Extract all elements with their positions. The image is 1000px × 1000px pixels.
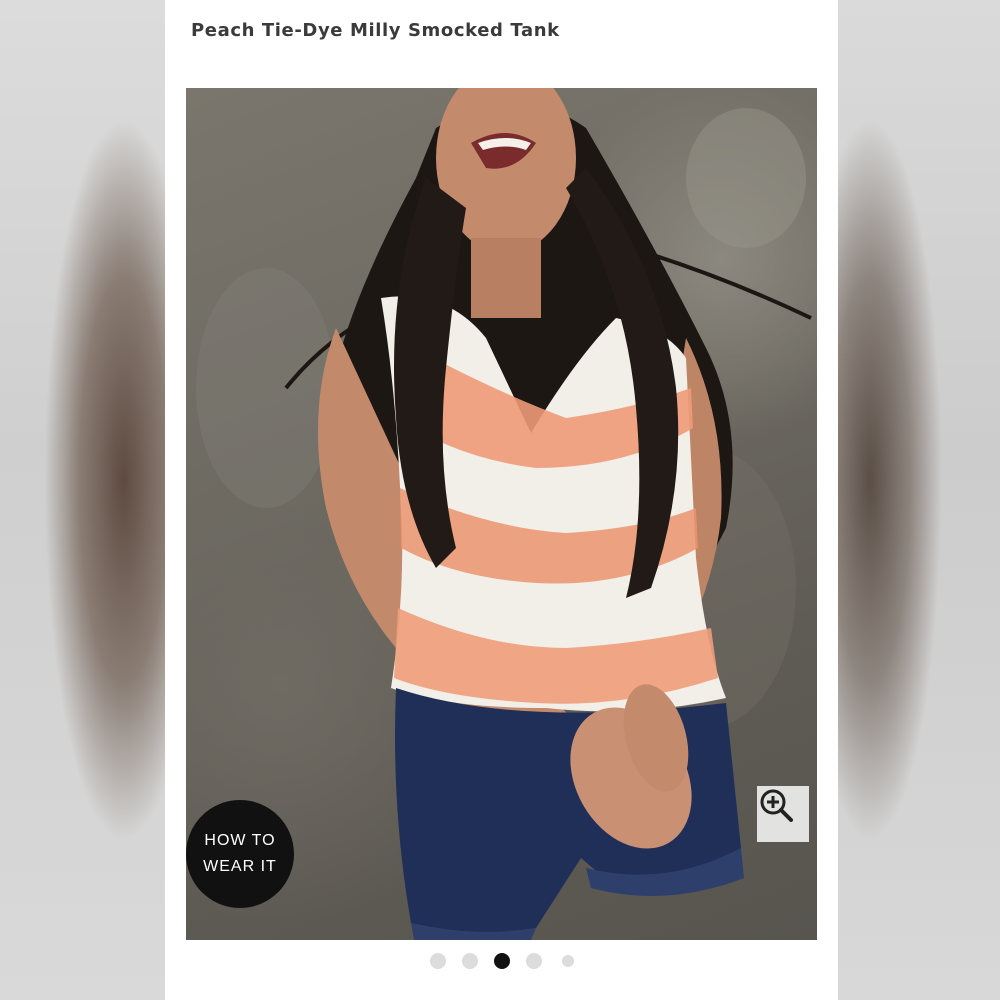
gallery-dot-1[interactable] bbox=[429, 953, 446, 969]
product-card: Peach Tie-Dye Milly Smocked Tank HOW TO … bbox=[165, 0, 838, 1000]
zoom-in-icon bbox=[760, 789, 793, 822]
zoom-button[interactable] bbox=[757, 786, 809, 842]
blurred-backdrop-left bbox=[0, 0, 165, 1000]
blurred-backdrop-right bbox=[838, 0, 1000, 1000]
gallery-dot-5[interactable] bbox=[561, 955, 574, 967]
gallery-dot-4[interactable] bbox=[525, 953, 542, 969]
gallery-dot-2[interactable] bbox=[461, 953, 478, 969]
product-photo[interactable]: HOW TO WEAR IT bbox=[186, 88, 817, 940]
gallery-dot-3-active[interactable] bbox=[493, 953, 510, 969]
product-title: Peach Tie-Dye Milly Smocked Tank bbox=[191, 20, 560, 41]
model-illustration bbox=[196, 88, 812, 940]
badge-line-1: HOW TO bbox=[204, 832, 276, 849]
gallery-pagination bbox=[165, 953, 838, 969]
badge-line-2: WEAR IT bbox=[203, 858, 277, 875]
how-to-wear-it-button[interactable]: HOW TO WEAR IT bbox=[186, 800, 294, 908]
